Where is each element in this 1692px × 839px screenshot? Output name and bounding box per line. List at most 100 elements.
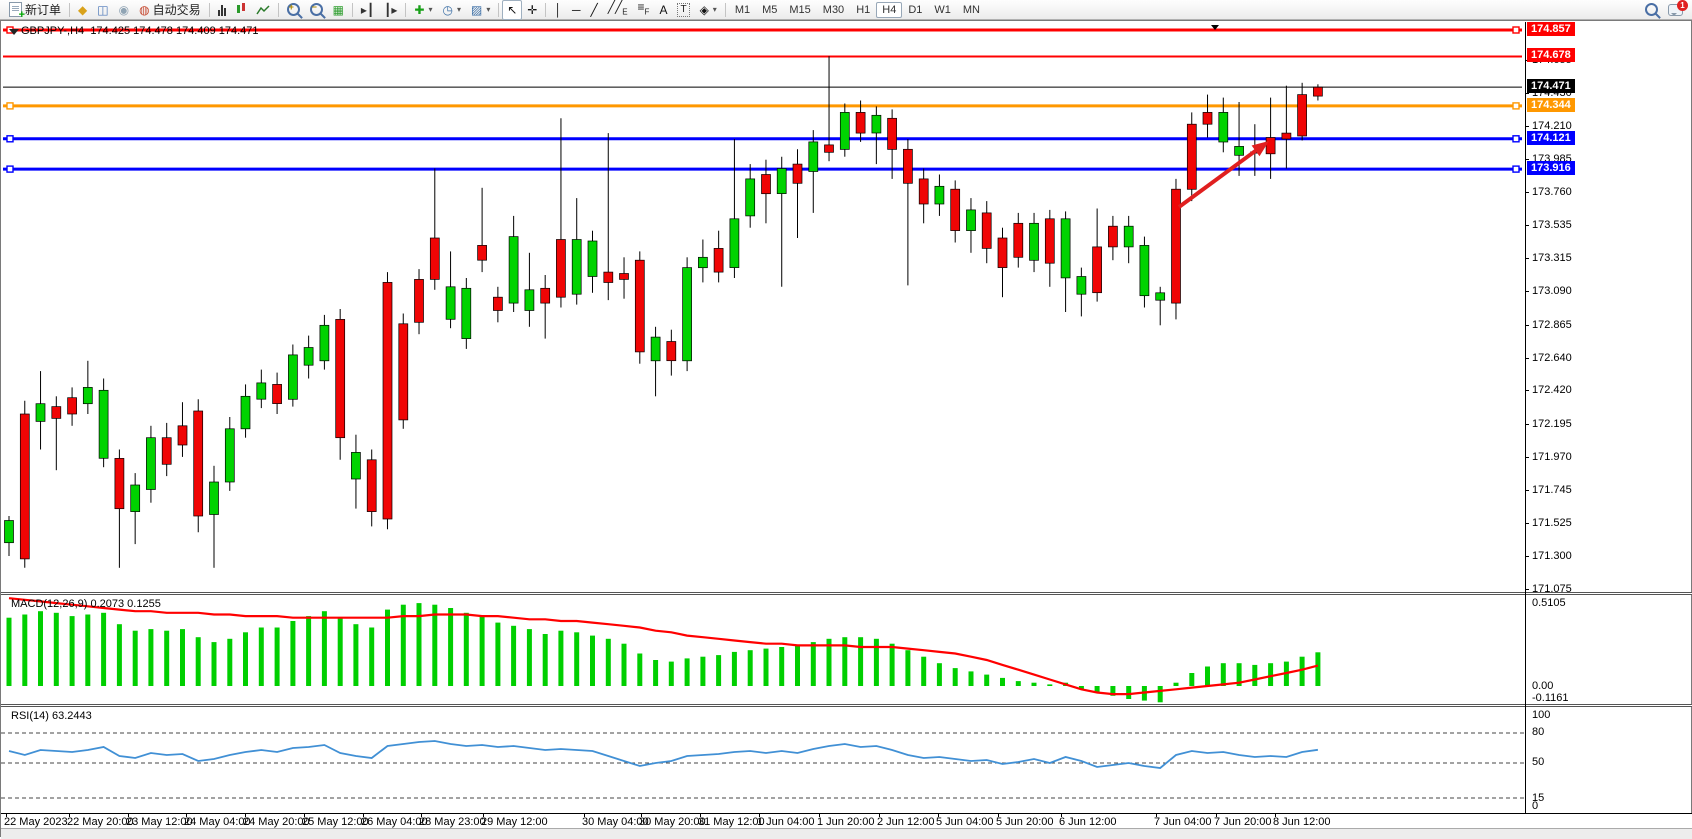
timeframe-mn-button[interactable]: MN [957, 2, 986, 18]
timeframe-m15-button[interactable]: M15 [783, 2, 816, 18]
timeframe-h4-button[interactable]: H4 [876, 2, 902, 18]
macd-histogram-bar [1126, 686, 1131, 699]
crosshair-button[interactable]: ✛ [522, 0, 542, 20]
chart-window[interactable]: GBPJPY-,H4 174.425 174.478 174.409 174.4… [0, 20, 1692, 837]
candlestick [856, 112, 865, 133]
macd-scale-label: 0.5105 [1532, 597, 1566, 609]
line-handle[interactable] [1513, 136, 1519, 142]
price-badge: 174.344 [1527, 98, 1575, 112]
chart-shift-button[interactable]: ┃▸ [379, 0, 402, 20]
line-chart-button[interactable] [251, 0, 275, 20]
search-button[interactable] [1640, 0, 1663, 20]
macd-histogram-bar [432, 605, 437, 686]
candlestick [1266, 138, 1275, 154]
line-chart-icon [256, 4, 270, 16]
time-label: 28 May 23:00 [419, 816, 486, 828]
candlestick [588, 241, 597, 277]
macd-pane[interactable] [1, 594, 1525, 704]
line-handle[interactable] [1513, 103, 1519, 109]
signals-broadcast-icon[interactable]: ◉ [114, 0, 134, 20]
horizontal-line-button[interactable]: ─ [567, 0, 586, 20]
cursor-button[interactable]: ↖ [502, 0, 522, 20]
line-handle[interactable] [7, 136, 13, 142]
timeframe-h1-button[interactable]: H1 [850, 2, 876, 18]
arrows-button[interactable]: ◈▾ [695, 0, 722, 20]
time-label: 8 Jun 12:00 [1273, 816, 1331, 828]
candlestick [620, 274, 629, 280]
macd-histogram-bar [164, 631, 169, 686]
candlestick [1014, 223, 1023, 257]
candlestick [36, 404, 45, 422]
macd-histogram-bar [7, 618, 12, 686]
toolbar-separator [405, 3, 406, 17]
trendline-button[interactable]: ╱ [586, 0, 603, 20]
price-tick-label: 171.525 [1532, 517, 1572, 529]
candlestick [1108, 226, 1117, 247]
timeframe-m1-button[interactable]: M1 [729, 2, 756, 18]
time-label: 30 May 20:00 [639, 816, 706, 828]
macd-histogram-bar [22, 615, 27, 687]
tile-windows-button[interactable]: ▦ [328, 0, 349, 20]
new-order-icon [9, 2, 22, 17]
line-handle[interactable] [7, 103, 13, 109]
time-label: 23 May 12:00 [126, 816, 193, 828]
time-label: 7 Jun 20:00 [1214, 816, 1272, 828]
line-handle[interactable] [1513, 27, 1519, 33]
macd-histogram-bar [905, 650, 910, 686]
rsi-pane[interactable] [1, 706, 1525, 813]
timeframe-m30-button[interactable]: M30 [817, 2, 850, 18]
candlestick [1282, 133, 1291, 139]
price-tick-label: 173.760 [1532, 186, 1572, 198]
candlestick [351, 452, 360, 479]
vertical-line-button[interactable]: │ [549, 0, 567, 20]
candlestick [241, 396, 250, 429]
candlestick [951, 189, 960, 230]
auto-scroll-button[interactable]: ▸┃ [356, 0, 379, 20]
line-handle[interactable] [1513, 166, 1519, 172]
templates-button[interactable]: ▨▾ [466, 0, 495, 20]
autotrading-button[interactable]: ◍自动交易 [134, 0, 206, 20]
timeframe-m5-button[interactable]: M5 [756, 2, 783, 18]
price-badge: 174.678 [1527, 48, 1575, 62]
gold-bar-icon[interactable]: ◆ [73, 0, 92, 20]
candlestick [1298, 95, 1307, 136]
magnifier-icon: − [310, 3, 323, 16]
new-order-button[interactable]: 新订单 [4, 0, 66, 20]
macd-histogram-bar [543, 634, 548, 686]
macd-histogram-bar [212, 642, 217, 686]
equidistant-channel-button[interactable]: ╱╱E [603, 0, 633, 20]
periods-button[interactable]: ◷▾ [438, 0, 467, 20]
time-label: 1 Jun 20:00 [817, 816, 875, 828]
timeframe-w1-button[interactable]: W1 [928, 2, 957, 18]
terminal-window-icon[interactable]: ◫ [92, 0, 113, 20]
candlestick [525, 290, 534, 311]
candlestick-chart-button[interactable] [231, 0, 251, 20]
price-tick [1525, 93, 1529, 94]
bar-chart-button[interactable] [213, 0, 231, 20]
time-label: 7 Jun 04:00 [1154, 816, 1212, 828]
main-chart-pane[interactable] [1, 22, 1525, 592]
macd-histogram-bar [874, 639, 879, 686]
notifications-button[interactable]: 1 [1663, 0, 1688, 20]
text-label-button[interactable]: T [672, 0, 694, 20]
indicators-button[interactable]: ✚▾ [409, 0, 437, 20]
line-handle[interactable] [7, 166, 13, 172]
macd-histogram-bar [748, 650, 753, 686]
candlestick [1061, 219, 1070, 278]
one-click-trading-toggle[interactable] [9, 29, 19, 35]
rsi-scale-label: 80 [1532, 726, 1544, 738]
zoom-out-button[interactable]: − [305, 0, 328, 20]
candlestick [872, 115, 881, 133]
zoom-in-button[interactable]: + [282, 0, 305, 20]
price-tick-label: 172.195 [1532, 418, 1572, 430]
candlestick [383, 282, 392, 519]
macd-histogram-bar [779, 647, 784, 686]
candlestick [714, 248, 723, 272]
macd-histogram-bar [495, 623, 500, 686]
macd-histogram-bar [70, 616, 75, 686]
fibonacci-button[interactable]: ≡F [633, 0, 655, 20]
candlestick [1203, 112, 1212, 124]
text-button[interactable]: A [654, 0, 672, 20]
timeframe-d1-button[interactable]: D1 [902, 2, 928, 18]
macd-histogram-bar [969, 671, 974, 686]
